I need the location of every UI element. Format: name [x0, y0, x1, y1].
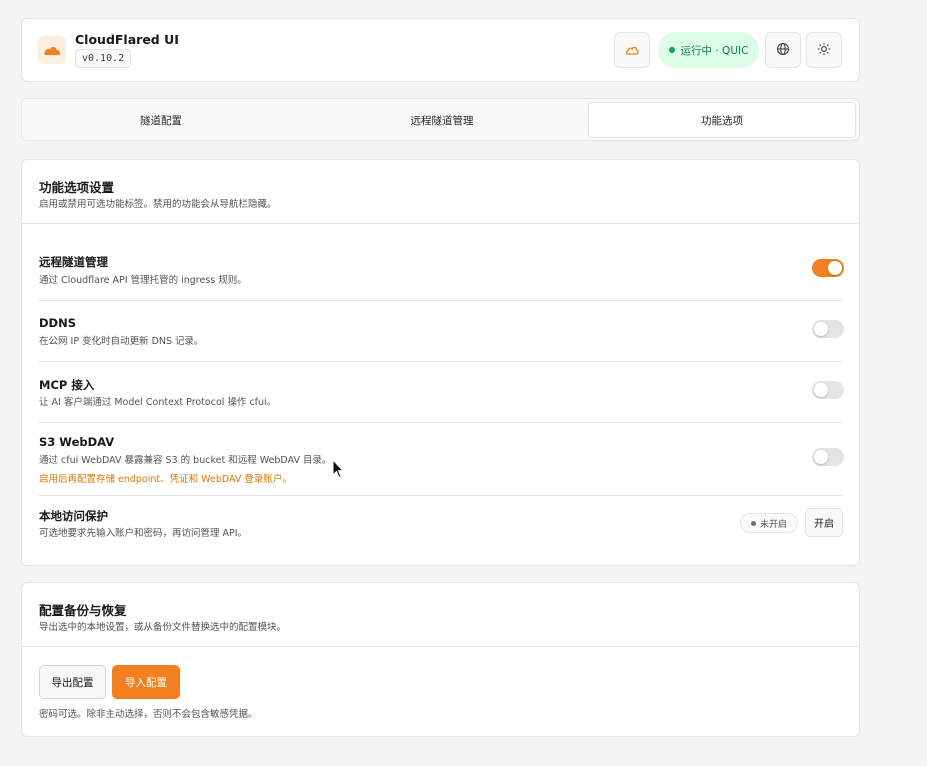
tunnel-status-pill: 运行中 · QUIC [658, 32, 759, 68]
features-description: 启用或禁用可选功能标签。禁用的功能会从导航栏隐藏。 [39, 199, 277, 210]
tab-tunnel-config[interactable]: 隧道配置 [25, 102, 297, 138]
backup-card: 配置备份与恢复 导出选中的本地设置，或从备份文件替换选中的配置模块。 导出配置 … [21, 582, 860, 737]
divider [22, 223, 859, 224]
feature-desc-mcp: 让 AI 客户端通过 Model Context Protocol 操作 cfu… [39, 397, 277, 408]
local-protection-desc: 可选地要求先输入账户和密码，再访问管理 API。 [39, 528, 248, 539]
row-divider [39, 300, 843, 301]
row-divider [39, 422, 843, 423]
toggle-s3-webdav[interactable] [812, 448, 844, 466]
enable-protection-button[interactable]: 开启 [805, 508, 843, 537]
import-config-button[interactable]: 导入配置 [112, 665, 180, 699]
feature-title-ddns: DDNS [39, 316, 76, 330]
globe-icon [776, 41, 790, 60]
feature-title-mcp: MCP 接入 [39, 378, 95, 392]
cloud-button[interactable] [614, 32, 650, 68]
mouse-cursor-icon [332, 458, 345, 483]
export-config-button[interactable]: 导出配置 [39, 665, 106, 699]
app-title: CloudFlared UI [75, 32, 179, 47]
toggle-ddns[interactable] [812, 320, 844, 338]
feature-desc-remote-tunnel: 通过 Cloudflare API 管理托管的 ingress 规则。 [39, 275, 247, 286]
backup-description: 导出选中的本地设置，或从备份文件替换选中的配置模块。 [39, 622, 287, 633]
toggle-mcp[interactable] [812, 381, 844, 399]
cloud-icon [625, 41, 639, 60]
backup-title: 配置备份与恢复 [39, 603, 127, 618]
sun-icon [817, 41, 831, 60]
feature-title-s3-webdav: S3 WebDAV [39, 435, 115, 449]
toggle-remote-tunnel[interactable] [812, 259, 844, 277]
theme-toggle-button[interactable] [806, 32, 842, 68]
local-protection-status: 未开启 [759, 519, 787, 530]
backup-note: 密码可选。除非主动选择，否则不会包含敏感凭据。 [39, 709, 258, 720]
features-card: 功能选项设置 启用或禁用可选功能标签。禁用的功能会从导航栏隐藏。 远程隧道管理 … [21, 159, 860, 566]
divider [22, 646, 859, 647]
features-title: 功能选项设置 [39, 180, 115, 195]
feature-desc-ddns: 在公网 IP 变化时自动更新 DNS 记录。 [39, 336, 204, 347]
language-button[interactable] [765, 32, 801, 68]
feature-title-remote-tunnel: 远程隧道管理 [39, 255, 108, 269]
cloudflare-logo-icon [38, 36, 66, 64]
feature-warning-s3-webdav: 启用后再配置存储 endpoint、凭证和 WebDAV 登录账户。 [39, 474, 292, 485]
tab-bar: 隧道配置 远程隧道管理 功能选项 [21, 98, 860, 141]
status-dot [668, 47, 675, 53]
version-badge: v0.10.2 [75, 49, 132, 68]
feature-desc-s3-webdav: 通过 cfui WebDAV 暴露兼容 S3 的 bucket 和远程 WebD… [39, 455, 332, 466]
tab-remote-tunnel[interactable]: 远程隧道管理 [307, 102, 577, 138]
status-dot [750, 520, 756, 526]
local-protection-title: 本地访问保护 [39, 509, 108, 523]
local-protection-status-badge: 未开启 [740, 513, 798, 533]
row-divider [39, 495, 843, 496]
tab-features[interactable]: 功能选项 [588, 102, 856, 138]
row-divider [39, 361, 843, 362]
status-label: 运行中 · QUIC [680, 44, 749, 57]
app-header: CloudFlared UI v0.10.2 运行中 · QUIC [21, 18, 860, 82]
